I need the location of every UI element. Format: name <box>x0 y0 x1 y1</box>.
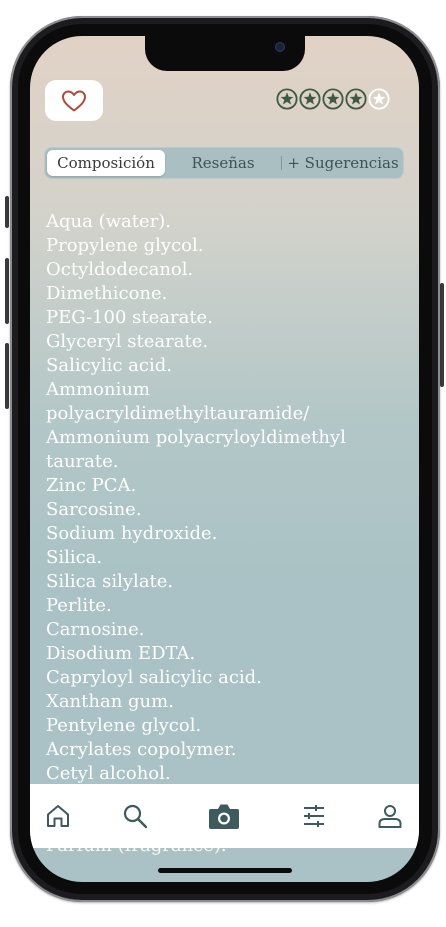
ingredient-item: Glyceryl stearate. <box>46 331 209 352</box>
tab-search[interactable] <box>117 798 153 834</box>
tab-sugerencias[interactable]: + Sugerencias <box>285 150 401 176</box>
ingredient-list: Aqua (water). Propylene glycol. Octyldodec… <box>46 210 396 786</box>
action-button <box>5 196 9 228</box>
star-filled-icon[interactable] <box>322 88 344 110</box>
filters-icon <box>304 805 324 827</box>
search-icon <box>123 804 148 829</box>
star-empty-icon[interactable] <box>368 88 390 110</box>
ingredient-item: Perlite. <box>46 595 112 616</box>
app-screen: Composición Reseñas + Sugerencias Aqua (… <box>30 36 419 882</box>
ingredient-item: Pentylene glycol. <box>46 715 202 736</box>
ingredient-item: PEG-100 stearate. <box>46 307 213 328</box>
ingredient-item: Carnosine. <box>46 619 145 640</box>
profile-icon <box>378 805 402 828</box>
power-button <box>440 283 444 387</box>
ingredient-item: Silica. <box>46 547 103 568</box>
tab-composicion[interactable]: Composición <box>47 150 165 176</box>
ingredient-item: taurate. <box>46 451 119 472</box>
tab-home[interactable] <box>40 798 76 834</box>
home-icon <box>47 805 69 827</box>
ingredient-item: Sodium hydroxide. <box>46 523 218 544</box>
volume-up-button <box>5 258 9 324</box>
segmented-control: Composición Reseñas + Sugerencias <box>45 148 403 178</box>
ingredient-item: Octyldodecanol. <box>46 259 194 280</box>
star-filled-icon[interactable] <box>276 88 298 110</box>
tab-filters[interactable] <box>296 798 332 834</box>
favorite-button[interactable] <box>45 80 103 121</box>
front-camera <box>275 42 285 52</box>
tab-camera[interactable] <box>206 798 242 834</box>
star-filled-icon[interactable] <box>345 88 367 110</box>
tab-resenas[interactable]: Reseñas <box>167 150 279 176</box>
heart-outline-icon <box>62 90 86 111</box>
volume-down-button <box>5 343 9 409</box>
camera-icon <box>209 804 239 829</box>
tab-bar <box>30 784 419 848</box>
ingredient-item: Cetyl alcohol. <box>46 763 171 784</box>
ingredient-item: Dimethicone. <box>46 283 168 304</box>
ingredient-item: Ammonium <box>46 379 150 400</box>
ingredient-item: Salicylic acid. <box>46 355 172 376</box>
tab-profile[interactable] <box>372 798 408 834</box>
home-indicator[interactable] <box>158 868 292 873</box>
rating-stars[interactable] <box>276 88 390 110</box>
ingredient-item: Capryloyl salicylic acid. <box>46 667 262 688</box>
ingredient-item: polyacryldimethyltauramide/ <box>46 403 310 424</box>
segment-divider <box>281 156 282 170</box>
notch <box>145 36 305 71</box>
ingredient-item: Disodium EDTA. <box>46 643 196 664</box>
ingredient-item: Ammonium polyacryloyldimethyl <box>46 427 346 448</box>
ingredient-item: Xanthan gum. <box>46 691 174 712</box>
ingredient-item: Propylene glycol. <box>46 235 204 256</box>
ingredient-item: Silica silylate. <box>46 571 174 592</box>
ingredient-item: Acrylates copolymer. <box>46 739 237 760</box>
ingredient-item: Sarcosine. <box>46 499 142 520</box>
star-filled-icon[interactable] <box>299 88 321 110</box>
ingredient-item: Aqua (water). <box>46 211 171 232</box>
ingredient-item: Zinc PCA. <box>46 475 137 496</box>
